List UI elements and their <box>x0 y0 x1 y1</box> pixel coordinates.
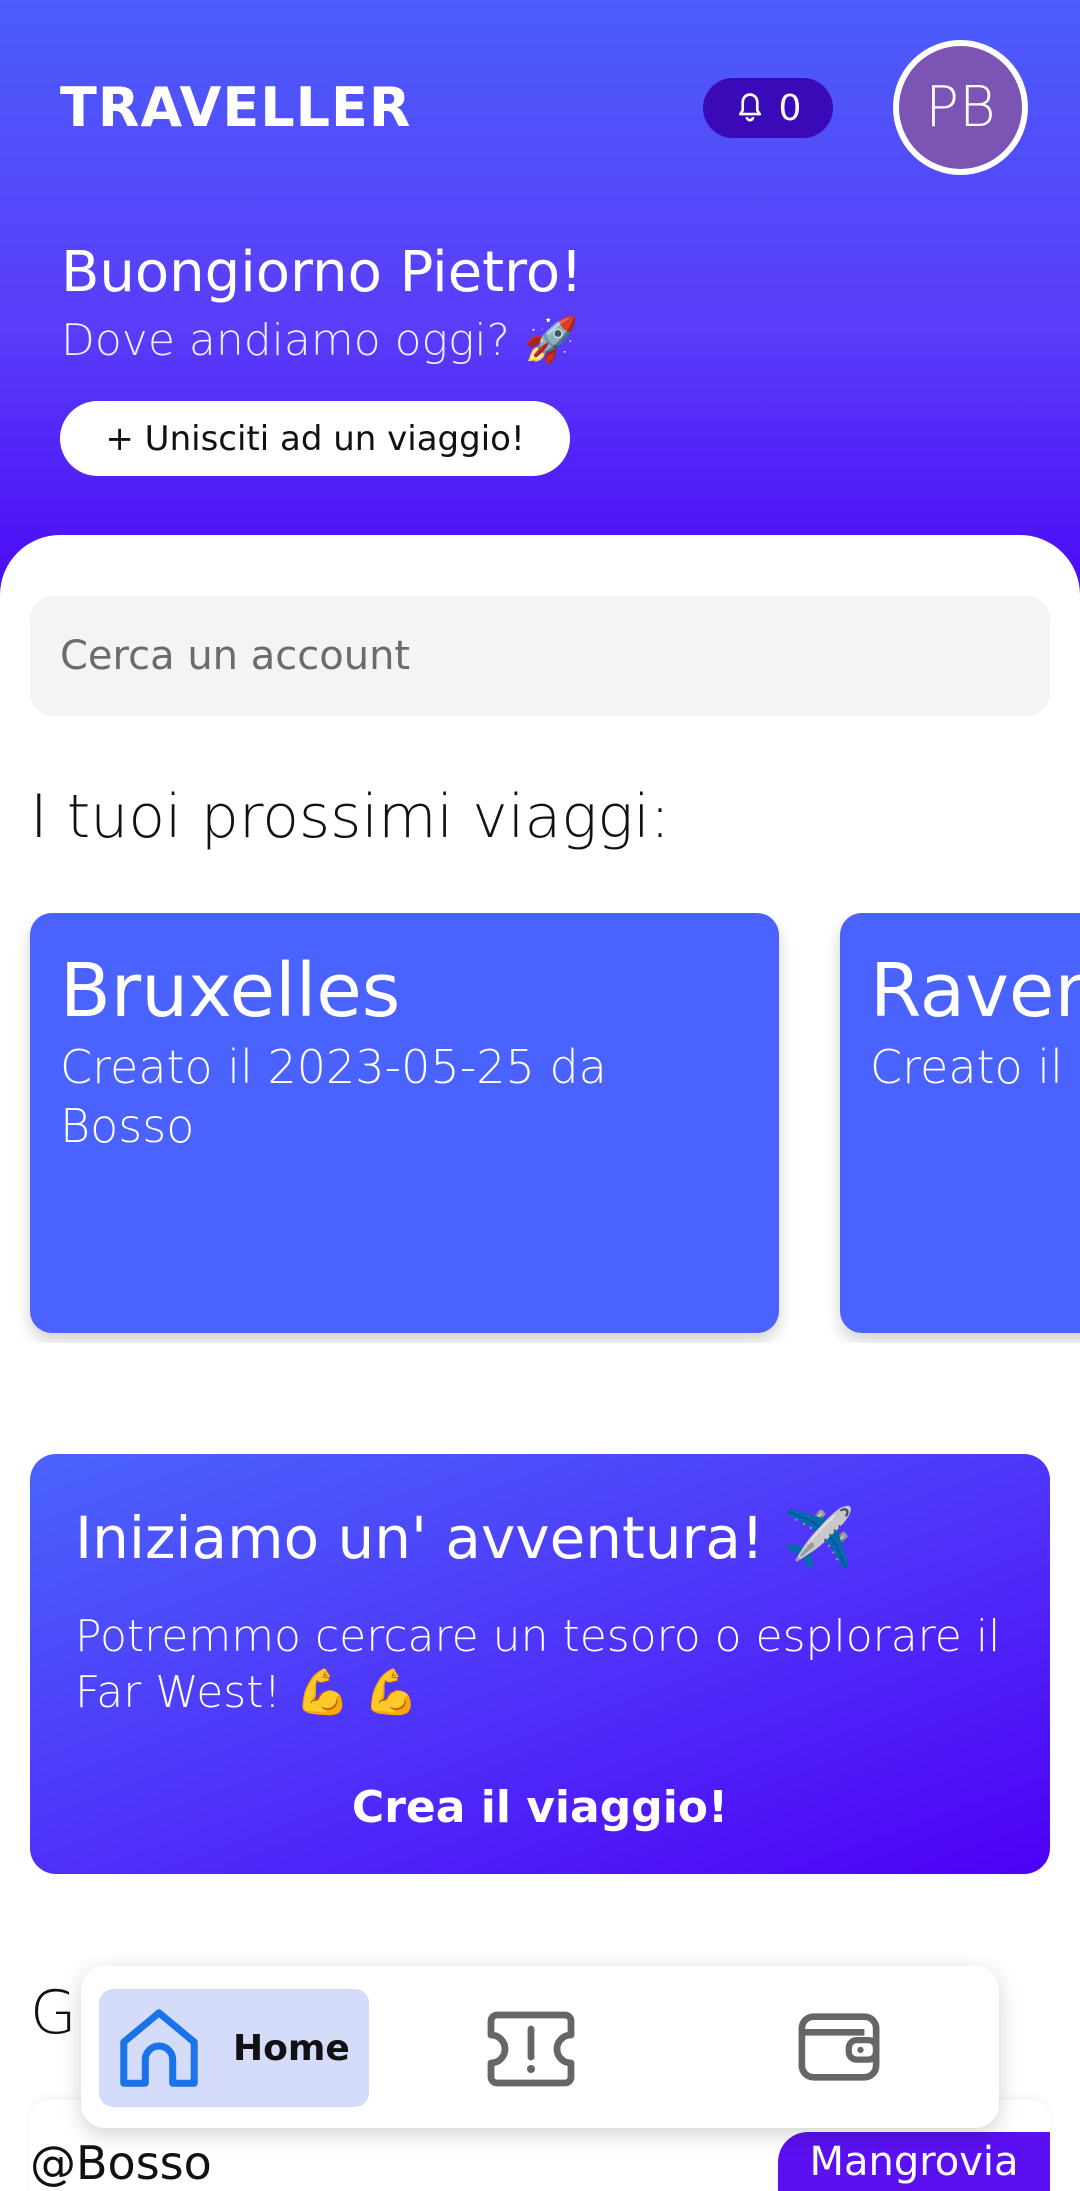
create-trip-button[interactable]: Crea il viaggio! <box>30 1782 1050 1833</box>
bottom-navigation: Home <box>81 1966 999 2128</box>
home-icon <box>120 2009 198 2087</box>
trip-card[interactable]: Bruxelles Creato il 2023-05-25 da Bosso <box>30 913 779 1333</box>
trip-meta: Creato il 2 <box>870 1040 1080 1095</box>
nav-home-label: Home <box>233 2027 350 2069</box>
upcoming-trips-title: I tuoi prossimi viaggi: <box>30 782 671 852</box>
app-logo: TRAVELLER <box>60 76 412 139</box>
cta-title: Iniziamo un' avventura! ✈️ <box>75 1504 855 1572</box>
greeting: Buongiorno Pietro! <box>61 240 583 305</box>
create-trip-card: Iniziamo un' avventura! ✈️ Potremmo cerc… <box>30 1454 1050 1874</box>
notifications-button[interactable]: 0 <box>703 78 833 138</box>
trip-meta: Creato il 2023-05-25 da Bosso <box>60 1040 607 1153</box>
nav-home-tab[interactable]: Home <box>99 1989 369 2107</box>
search-input[interactable]: Cerca un account <box>30 596 1050 716</box>
list-item-user: @Bosso <box>30 2136 212 2190</box>
wallet-icon[interactable] <box>796 2006 882 2086</box>
bell-icon <box>738 93 761 122</box>
ticket-icon[interactable] <box>485 2009 577 2089</box>
trips-carousel[interactable]: Bruxelles Creato il 2023-05-25 da Bosso … <box>0 913 1080 1343</box>
greeting-subtitle: Dove andiamo oggi? 🚀 <box>61 315 579 366</box>
notifications-count: 0 <box>778 87 802 129</box>
avatar[interactable]: PB <box>893 40 1028 175</box>
trip-city: Raven <box>870 948 1080 1034</box>
trip-city: Bruxelles <box>60 948 401 1034</box>
trip-card[interactable]: Raven Creato il 2 <box>840 913 1080 1333</box>
list-item-tag: Mangrovia <box>778 2132 1050 2191</box>
join-trip-button[interactable]: + Unisciti ad un viaggio! <box>60 401 570 476</box>
cta-body: Potremmo cercare un tesoro o esplorare i… <box>75 1611 1001 1719</box>
